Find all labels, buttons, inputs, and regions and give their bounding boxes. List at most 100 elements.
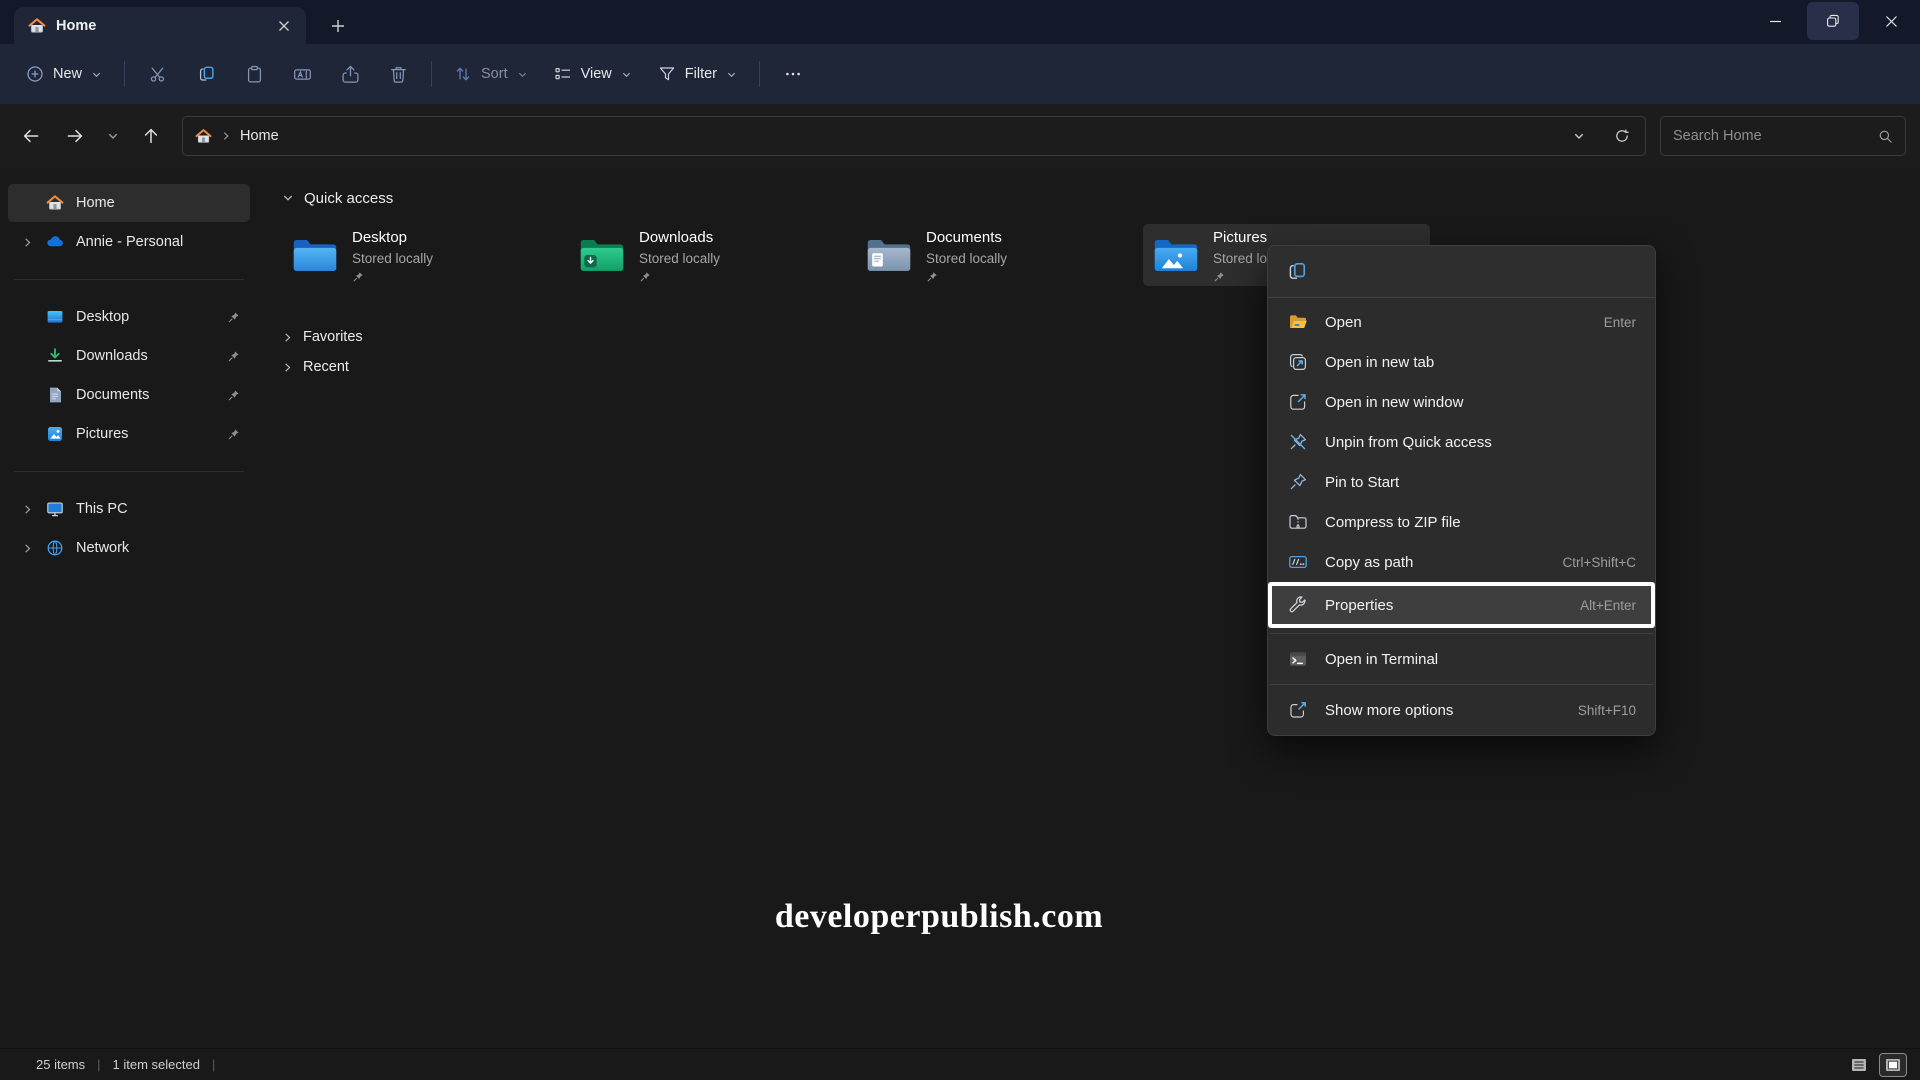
- recent-header[interactable]: Recent: [282, 352, 1920, 382]
- pictures-folder-icon: [1153, 236, 1199, 274]
- share-button[interactable]: [327, 55, 373, 93]
- new-tab-button[interactable]: [324, 12, 352, 40]
- trash-icon: [389, 65, 408, 84]
- sidebar-item-onedrive[interactable]: Annie - Personal: [8, 223, 250, 261]
- minimize-button[interactable]: [1746, 1, 1804, 41]
- refresh-icon[interactable]: [1605, 120, 1639, 152]
- desktop-folder-icon: [292, 236, 338, 274]
- menu-item-unpin-quick-access[interactable]: Unpin from Quick access: [1273, 422, 1650, 462]
- rename-icon: [293, 65, 312, 84]
- tile-subtitle: Stored locally: [926, 249, 1007, 269]
- selected-count: 1 item selected: [113, 1057, 200, 1072]
- close-button[interactable]: [1862, 1, 1920, 41]
- rename-button[interactable]: [279, 55, 325, 93]
- plus-circle-icon: [26, 65, 44, 83]
- menu-item-show-more-options[interactable]: Show more options Shift+F10: [1273, 690, 1650, 730]
- menu-item-pin-to-start[interactable]: Pin to Start: [1273, 462, 1650, 502]
- breadcrumb-segment-home[interactable]: Home: [240, 128, 279, 144]
- menu-item-open-in-new-tab[interactable]: Open in new tab: [1273, 342, 1650, 382]
- address-dropdown-chevron[interactable]: [1562, 120, 1596, 152]
- search-icon: [1878, 129, 1893, 144]
- tile-downloads[interactable]: Downloads Stored locally: [569, 224, 856, 286]
- filter-funnel-icon: [658, 65, 676, 83]
- menu-item-open-in-terminal[interactable]: Open in Terminal: [1273, 639, 1650, 679]
- new-label: New: [53, 66, 82, 82]
- sidebar-item-network[interactable]: Network: [8, 529, 250, 567]
- new-button[interactable]: New: [14, 55, 114, 93]
- sidebar-item-this-pc[interactable]: This PC: [8, 490, 250, 528]
- menu-item-compress-zip[interactable]: Compress to ZIP file: [1273, 502, 1650, 542]
- view-button[interactable]: View: [542, 55, 644, 93]
- sort-button[interactable]: Sort: [442, 55, 540, 93]
- menu-item-label: Pin to Start: [1325, 474, 1399, 491]
- pin-icon: [227, 350, 240, 363]
- sidebar-divider: [14, 471, 244, 472]
- restore-button[interactable]: [1807, 2, 1859, 40]
- command-toolbar: New Sort: [0, 44, 1920, 104]
- items-count: 25 items: [36, 1057, 85, 1072]
- menu-item-shortcut: Alt+Enter: [1580, 598, 1636, 613]
- search-box[interactable]: [1660, 116, 1906, 156]
- menu-item-open-in-new-window[interactable]: Open in new window: [1273, 382, 1650, 422]
- chevron-right-icon[interactable]: [20, 543, 34, 554]
- sidebar-item-downloads[interactable]: Downloads: [8, 337, 250, 375]
- explorer-tab-home[interactable]: Home: [14, 7, 306, 44]
- quick-access-label: Quick access: [304, 190, 393, 207]
- paste-button[interactable]: [231, 55, 277, 93]
- tile-name: Downloads: [639, 227, 720, 249]
- menu-item-shortcut: Enter: [1604, 315, 1636, 330]
- chevron-right-icon[interactable]: [282, 332, 293, 343]
- menu-item-open[interactable]: Open Enter: [1273, 302, 1650, 342]
- tile-documents[interactable]: Documents Stored locally: [856, 224, 1143, 286]
- filter-button[interactable]: Filter: [646, 55, 749, 93]
- home-icon: [28, 17, 46, 35]
- chevron-right-icon[interactable]: [20, 504, 34, 515]
- sidebar-item-label: Annie - Personal: [76, 234, 183, 250]
- sidebar-item-label: Desktop: [76, 309, 129, 325]
- menu-divider: [1270, 684, 1653, 685]
- this-pc-icon: [45, 500, 65, 518]
- tile-desktop[interactable]: Desktop Stored locally: [282, 224, 569, 286]
- pin-outline-icon: [1287, 472, 1309, 492]
- delete-button[interactable]: [375, 55, 421, 93]
- favorites-header[interactable]: Favorites: [282, 322, 1920, 352]
- forward-button[interactable]: [54, 117, 96, 155]
- cut-button[interactable]: [135, 55, 181, 93]
- sidebar-item-pictures[interactable]: Pictures: [8, 415, 250, 453]
- sidebar-item-label: This PC: [76, 501, 128, 517]
- sidebar-item-home[interactable]: Home: [8, 184, 250, 222]
- sidebar-item-documents[interactable]: Documents: [8, 376, 250, 414]
- sidebar-item-label: Network: [76, 540, 129, 556]
- quick-access-header[interactable]: Quick access: [282, 184, 1920, 212]
- copy-icon[interactable]: [1286, 261, 1308, 283]
- chevron-down-icon: [91, 69, 102, 80]
- back-button[interactable]: [10, 117, 52, 155]
- details-view-icon[interactable]: [1846, 1054, 1872, 1076]
- menu-item-label: Copy as path: [1325, 554, 1413, 571]
- context-menu-quick-actions: [1268, 246, 1655, 298]
- chevron-down-icon[interactable]: [282, 192, 294, 204]
- large-icons-view-icon[interactable]: [1880, 1054, 1906, 1076]
- copy-button[interactable]: [183, 55, 229, 93]
- favorites-label: Favorites: [303, 329, 363, 345]
- tile-name: Desktop: [352, 227, 433, 249]
- home-icon: [195, 128, 212, 145]
- chevron-right-icon[interactable]: [282, 362, 293, 373]
- up-button[interactable]: [130, 117, 172, 155]
- recent-locations-chevron[interactable]: [98, 117, 128, 155]
- chevron-right-icon[interactable]: [20, 237, 34, 248]
- more-options-button[interactable]: [770, 55, 816, 93]
- search-input[interactable]: [1673, 128, 1870, 144]
- breadcrumb[interactable]: Home: [182, 116, 1646, 156]
- sidebar-item-label: Home: [76, 195, 115, 211]
- sidebar-divider: [14, 279, 244, 280]
- filter-label: Filter: [685, 66, 717, 82]
- documents-folder-icon: [866, 236, 912, 274]
- sidebar-item-desktop[interactable]: Desktop: [8, 298, 250, 336]
- menu-item-properties[interactable]: Properties Alt+Enter: [1268, 582, 1655, 628]
- menu-item-copy-as-path[interactable]: Copy as path Ctrl+Shift+C: [1273, 542, 1650, 582]
- context-menu: Open Enter Open in new tab Open in new w…: [1267, 245, 1656, 736]
- tab-close-icon[interactable]: [270, 12, 298, 40]
- menu-item-shortcut: Ctrl+Shift+C: [1562, 555, 1636, 570]
- open-in-new-window-icon: [1287, 392, 1309, 412]
